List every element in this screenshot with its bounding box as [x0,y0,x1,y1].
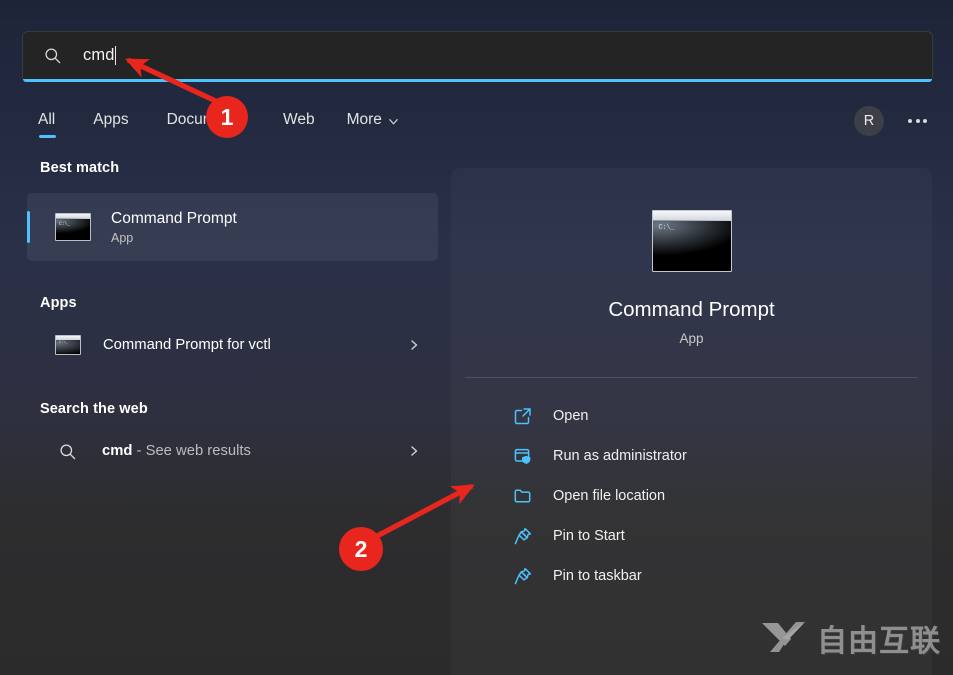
pin-icon [514,567,532,585]
list-item-web-search[interactable]: cmd - See web results [27,429,438,473]
section-heading-search-the-web: Search the web [40,401,148,417]
tab-web[interactable]: Web [283,108,315,129]
action-open[interactable]: Open [461,396,922,436]
action-run-as-administrator-label: Run as administrator [553,448,687,464]
tab-apps-label: Apps [93,111,129,128]
results-list: Best match C:\_ Command Prompt App Apps … [0,160,450,675]
dot [923,119,927,123]
command-prompt-icon: C:\_ [651,210,732,272]
tab-more[interactable]: More [347,108,399,129]
annotation-badge-1: 1 [206,96,248,138]
annotation-badge-2: 2 [339,527,383,571]
watermark-text: 自由互联 [817,624,941,659]
shield-admin-icon [514,448,531,464]
command-prompt-icon: C:\_ [55,213,91,241]
list-item-label: Command Prompt for vctl [103,337,271,353]
search-input-value: cmd [83,46,115,64]
windows-search-panel: cmd All Apps Documents Web More R [0,0,953,675]
action-pin-to-start[interactable]: Pin to Start [461,516,922,556]
tab-all[interactable]: All [38,108,56,138]
divider [465,377,918,378]
avatar-initial: R [863,113,875,129]
action-pin-to-start-label: Pin to Start [553,528,625,544]
search-focus-underline [23,79,932,82]
search-input[interactable]: cmd [22,31,933,80]
section-heading-best-match: Best match [40,160,120,176]
chevron-down-icon [389,118,398,124]
preview-app-subtitle: App [679,331,704,346]
search-icon [60,443,76,459]
action-pin-to-taskbar[interactable]: Pin to taskbar [461,556,922,596]
best-match-item[interactable]: C:\_ Command Prompt App [27,193,438,261]
search-box[interactable]: cmd [22,31,933,82]
section-heading-apps: Apps [40,295,77,311]
action-open-label: Open [553,408,589,424]
web-search-suffix: - See web results [132,443,251,459]
selection-accent-bar [27,211,30,243]
tab-web-label: Web [282,111,315,128]
chevron-right-icon[interactable] [408,445,420,457]
command-prompt-icon: C:\_ [55,335,81,355]
dot [915,119,920,123]
web-search-label: cmd - See web results [102,443,251,459]
pin-icon [514,527,532,545]
search-icon [45,48,61,64]
action-open-file-location[interactable]: Open file location [461,476,922,516]
text-caret [115,46,117,65]
best-match-title: Command Prompt [111,209,237,227]
annotation-badge-2-number: 2 [354,535,368,562]
app-preview-panel: C:\_ Command Prompt App Open Run as admi… [451,168,932,675]
chevron-right-icon[interactable] [408,339,420,351]
ellipsis-icon[interactable] [904,111,931,131]
dot [908,119,912,123]
x-logo-icon [762,621,806,652]
header-actions[interactable]: R [854,106,931,136]
web-search-query: cmd [102,443,133,459]
action-pin-to-taskbar-label: Pin to taskbar [553,568,642,584]
avatar[interactable]: R [854,106,884,136]
app-actions-list: Open Run as administrator Open file loca… [451,396,932,596]
preview-app-title: Command Prompt [608,298,775,321]
best-match-subtitle: App [111,230,134,245]
tab-active-underline [39,135,56,138]
action-open-file-location-label: Open file location [553,488,666,504]
open-external-icon [514,408,531,425]
action-run-as-administrator[interactable]: Run as administrator [461,436,922,476]
list-item-command-prompt-for-vctl[interactable]: C:\_ Command Prompt for vctl [27,323,438,367]
annotation-badge-1-number: 1 [220,103,234,130]
tab-more-label: More [346,111,382,128]
tab-all-label: All [38,111,56,128]
tab-apps[interactable]: Apps [93,108,128,129]
watermark: 自由互联 [758,616,941,660]
folder-icon [514,489,531,503]
